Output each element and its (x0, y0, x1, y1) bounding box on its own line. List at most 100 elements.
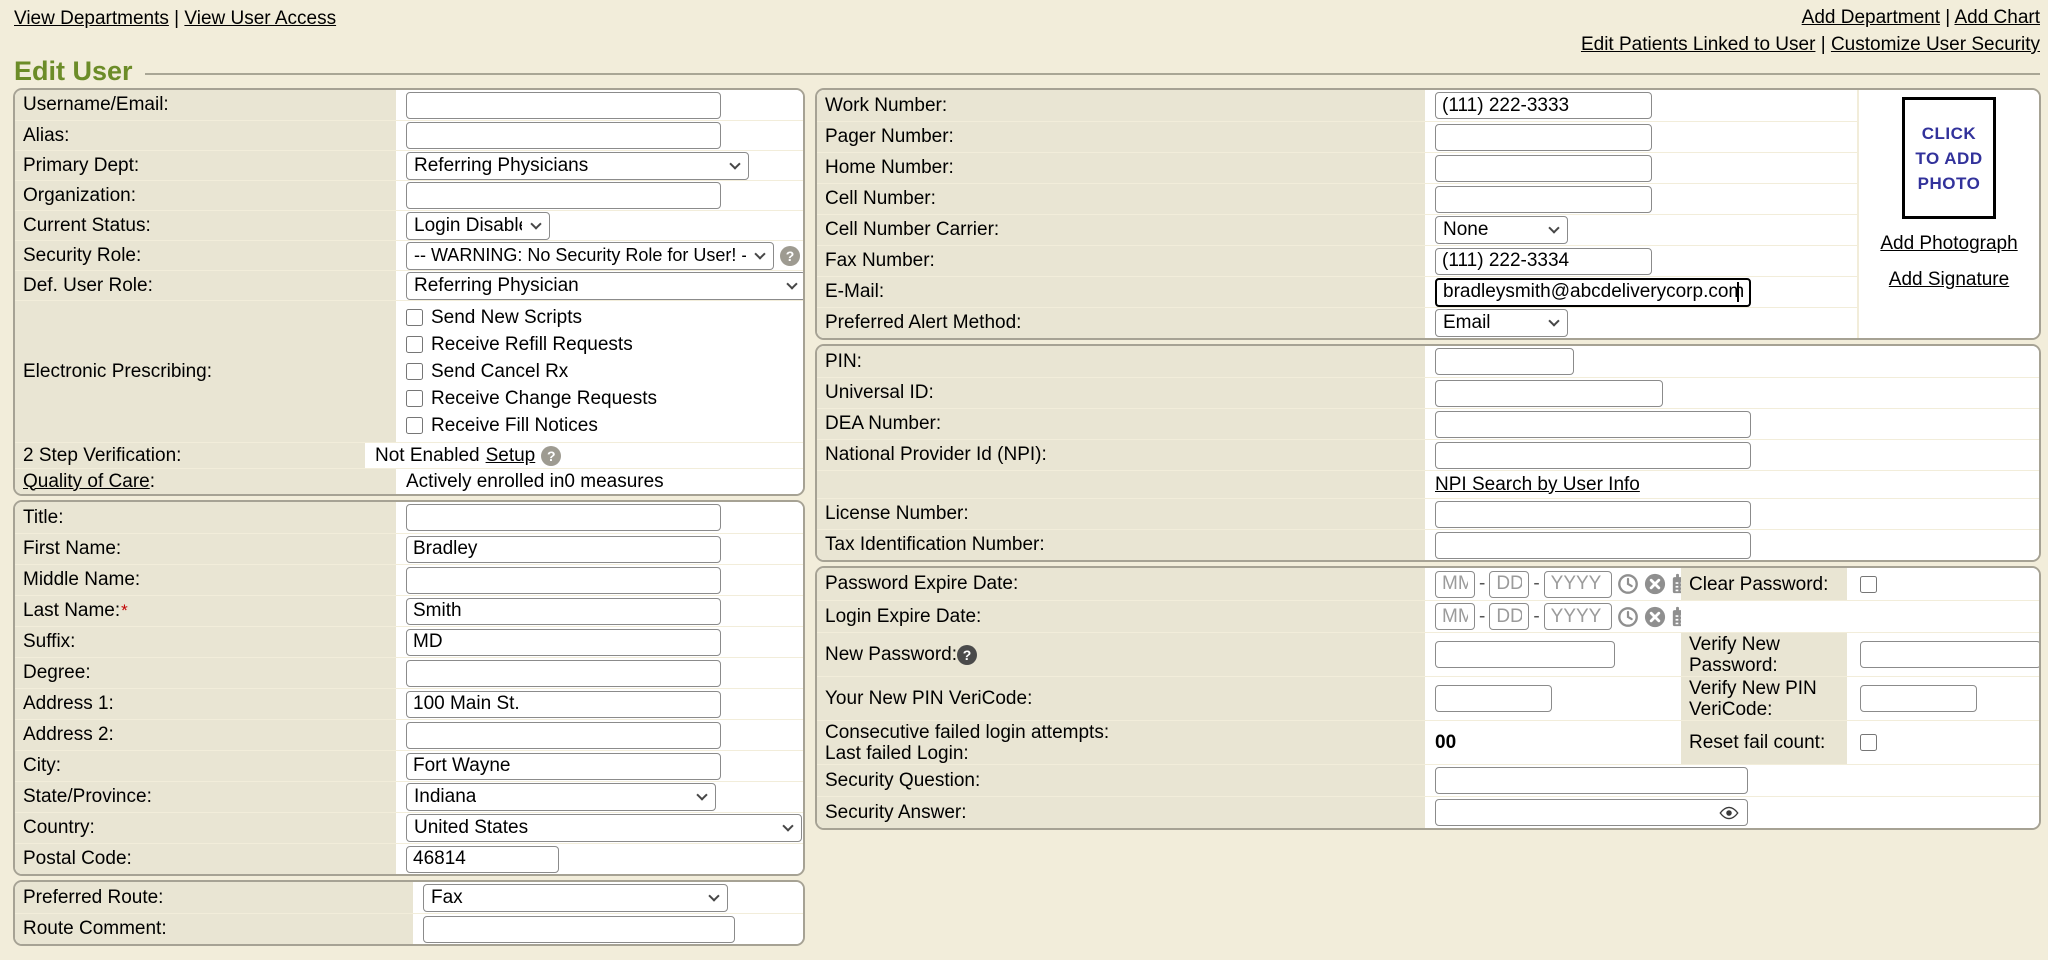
license-number-input[interactable] (1435, 501, 1751, 528)
address1-input[interactable] (406, 691, 721, 718)
last-name-input[interactable] (406, 598, 721, 625)
alias-input[interactable] (406, 122, 721, 149)
add-chart-link[interactable]: Add Chart (1954, 7, 2040, 28)
primary-dept-select[interactable]: Referring Physicians (406, 152, 749, 180)
field-row: Electronic Prescribing: Send New Scripts… (15, 300, 803, 442)
first-name-label: First Name: (15, 534, 396, 564)
view-user-access-link[interactable]: View User Access (184, 8, 336, 29)
send-new-scripts-checkbox[interactable] (406, 309, 423, 326)
field-row: Address 1: (15, 688, 803, 719)
preferred-alert-method-select[interactable]: Email (1435, 309, 1568, 337)
postal-code-input[interactable] (406, 846, 559, 873)
home-number-label: Home Number: (817, 153, 1425, 183)
suffix-input[interactable] (406, 629, 721, 656)
city-input[interactable] (406, 753, 721, 780)
password-expire-dd-input[interactable] (1489, 571, 1529, 598)
username-input[interactable] (406, 92, 721, 119)
title-input[interactable] (406, 504, 721, 531)
clear-password-checkbox[interactable] (1860, 576, 1877, 593)
current-status-select[interactable]: Login Disabled (406, 212, 550, 240)
middle-name-label: Middle Name: (15, 565, 396, 595)
eye-icon[interactable] (1719, 806, 1739, 820)
work-number-input[interactable] (1435, 92, 1652, 119)
password-expire-label: Password Expire Date: (817, 568, 1425, 600)
receive-refill-requests-checkbox[interactable] (406, 336, 423, 353)
receive-fill-notices-checkbox[interactable] (406, 417, 423, 434)
preferred-alert-method-label: Preferred Alert Method: (817, 308, 1425, 338)
login-expire-mm-input[interactable] (1435, 603, 1475, 630)
security-role-select[interactable]: -- WARNING: No Security Role for User! -… (406, 242, 774, 270)
pin-input[interactable] (1435, 348, 1574, 375)
security-answer-label: Security Answer: (817, 797, 1425, 828)
security-question-input[interactable] (1435, 767, 1748, 794)
two-step-help-icon[interactable]: ? (541, 446, 561, 466)
home-number-input[interactable] (1435, 155, 1652, 182)
login-expire-dd-input[interactable] (1489, 603, 1529, 630)
field-row: PIN: (817, 346, 2039, 377)
clear-date-icon[interactable] (1644, 573, 1666, 595)
two-step-setup-link[interactable]: Setup (486, 445, 536, 467)
add-photograph-link[interactable]: Add Photograph (1880, 233, 2017, 255)
address2-input[interactable] (406, 722, 721, 749)
pager-number-input[interactable] (1435, 124, 1652, 151)
tax-id-input[interactable] (1435, 532, 1751, 559)
link-separator: | (174, 8, 179, 29)
reset-fail-count-checkbox[interactable] (1860, 734, 1877, 751)
field-row: Quality of Care: Actively enrolled in0 m… (15, 468, 803, 494)
receive-change-requests-checkbox[interactable] (406, 390, 423, 407)
verify-pin-vericode-input[interactable] (1860, 685, 1977, 712)
add-department-link[interactable]: Add Department (1802, 7, 1940, 28)
add-signature-link[interactable]: Add Signature (1889, 269, 2009, 291)
login-expire-yyyy-input[interactable] (1544, 603, 1612, 630)
edit-patients-linked-link[interactable]: Edit Patients Linked to User (1581, 34, 1815, 55)
cell-carrier-select[interactable]: None (1435, 216, 1568, 244)
pin-vericode-input[interactable] (1435, 685, 1552, 712)
first-name-input[interactable] (406, 536, 721, 563)
clear-date-icon[interactable] (1644, 606, 1666, 628)
field-row: Pager Number: (817, 121, 1857, 152)
security-role-help-icon[interactable]: ? (780, 246, 800, 266)
cell-number-label: Cell Number: (817, 184, 1425, 214)
field-row: Fax Number: (817, 245, 1857, 276)
middle-name-input[interactable] (406, 567, 721, 594)
view-departments-link[interactable]: View Departments (14, 8, 169, 29)
field-row: City: (15, 750, 803, 781)
organization-input[interactable] (406, 182, 721, 209)
route-comment-input[interactable] (423, 916, 735, 943)
npi-input[interactable] (1435, 442, 1751, 469)
security-answer-input[interactable] (1435, 799, 1748, 826)
clock-icon[interactable] (1617, 606, 1639, 628)
universal-id-input[interactable] (1435, 380, 1663, 407)
work-number-label: Work Number: (817, 90, 1425, 121)
quality-of-care-link[interactable]: Quality of Care (23, 471, 150, 493)
new-password-input[interactable] (1435, 641, 1615, 668)
fax-number-input[interactable] (1435, 248, 1652, 275)
field-row: Postal Code: (15, 843, 803, 874)
customize-user-security-link[interactable]: Customize User Security (1831, 34, 2040, 55)
chevron-down-icon (786, 278, 797, 289)
degree-input[interactable] (406, 660, 721, 687)
preferred-route-select[interactable]: Fax (423, 884, 728, 912)
add-photo-placeholder[interactable]: CLICK TO ADD PHOTO (1902, 97, 1996, 219)
new-password-help-icon[interactable]: ? (957, 645, 977, 665)
def-user-role-select[interactable]: Referring Physician (406, 272, 805, 300)
field-row: License Number: (817, 498, 2039, 529)
clock-icon[interactable] (1617, 573, 1639, 595)
verify-new-password-label: Verify New Password: (1681, 633, 1847, 676)
verify-new-password-input[interactable] (1860, 641, 2041, 668)
preferred-route-label: Preferred Route: (15, 882, 413, 913)
cell-number-input[interactable] (1435, 186, 1652, 213)
state-province-select[interactable]: Indiana (406, 783, 716, 811)
field-row: State/Province: Indiana (15, 781, 803, 812)
password-expire-yyyy-input[interactable] (1544, 571, 1612, 598)
send-cancel-rx-checkbox[interactable] (406, 363, 423, 380)
country-select[interactable]: United States (406, 814, 802, 842)
security-question-label: Security Question: (817, 765, 1425, 796)
password-expire-mm-input[interactable] (1435, 571, 1475, 598)
identity-box: Title: First Name: Middle Name: Last Nam… (13, 500, 805, 876)
npi-search-link[interactable]: NPI Search by User Info (1435, 474, 1640, 496)
email-input[interactable] (1435, 278, 1751, 307)
dea-number-input[interactable] (1435, 411, 1751, 438)
chevron-down-icon (754, 248, 765, 259)
two-step-status: Not Enabled (375, 445, 480, 467)
